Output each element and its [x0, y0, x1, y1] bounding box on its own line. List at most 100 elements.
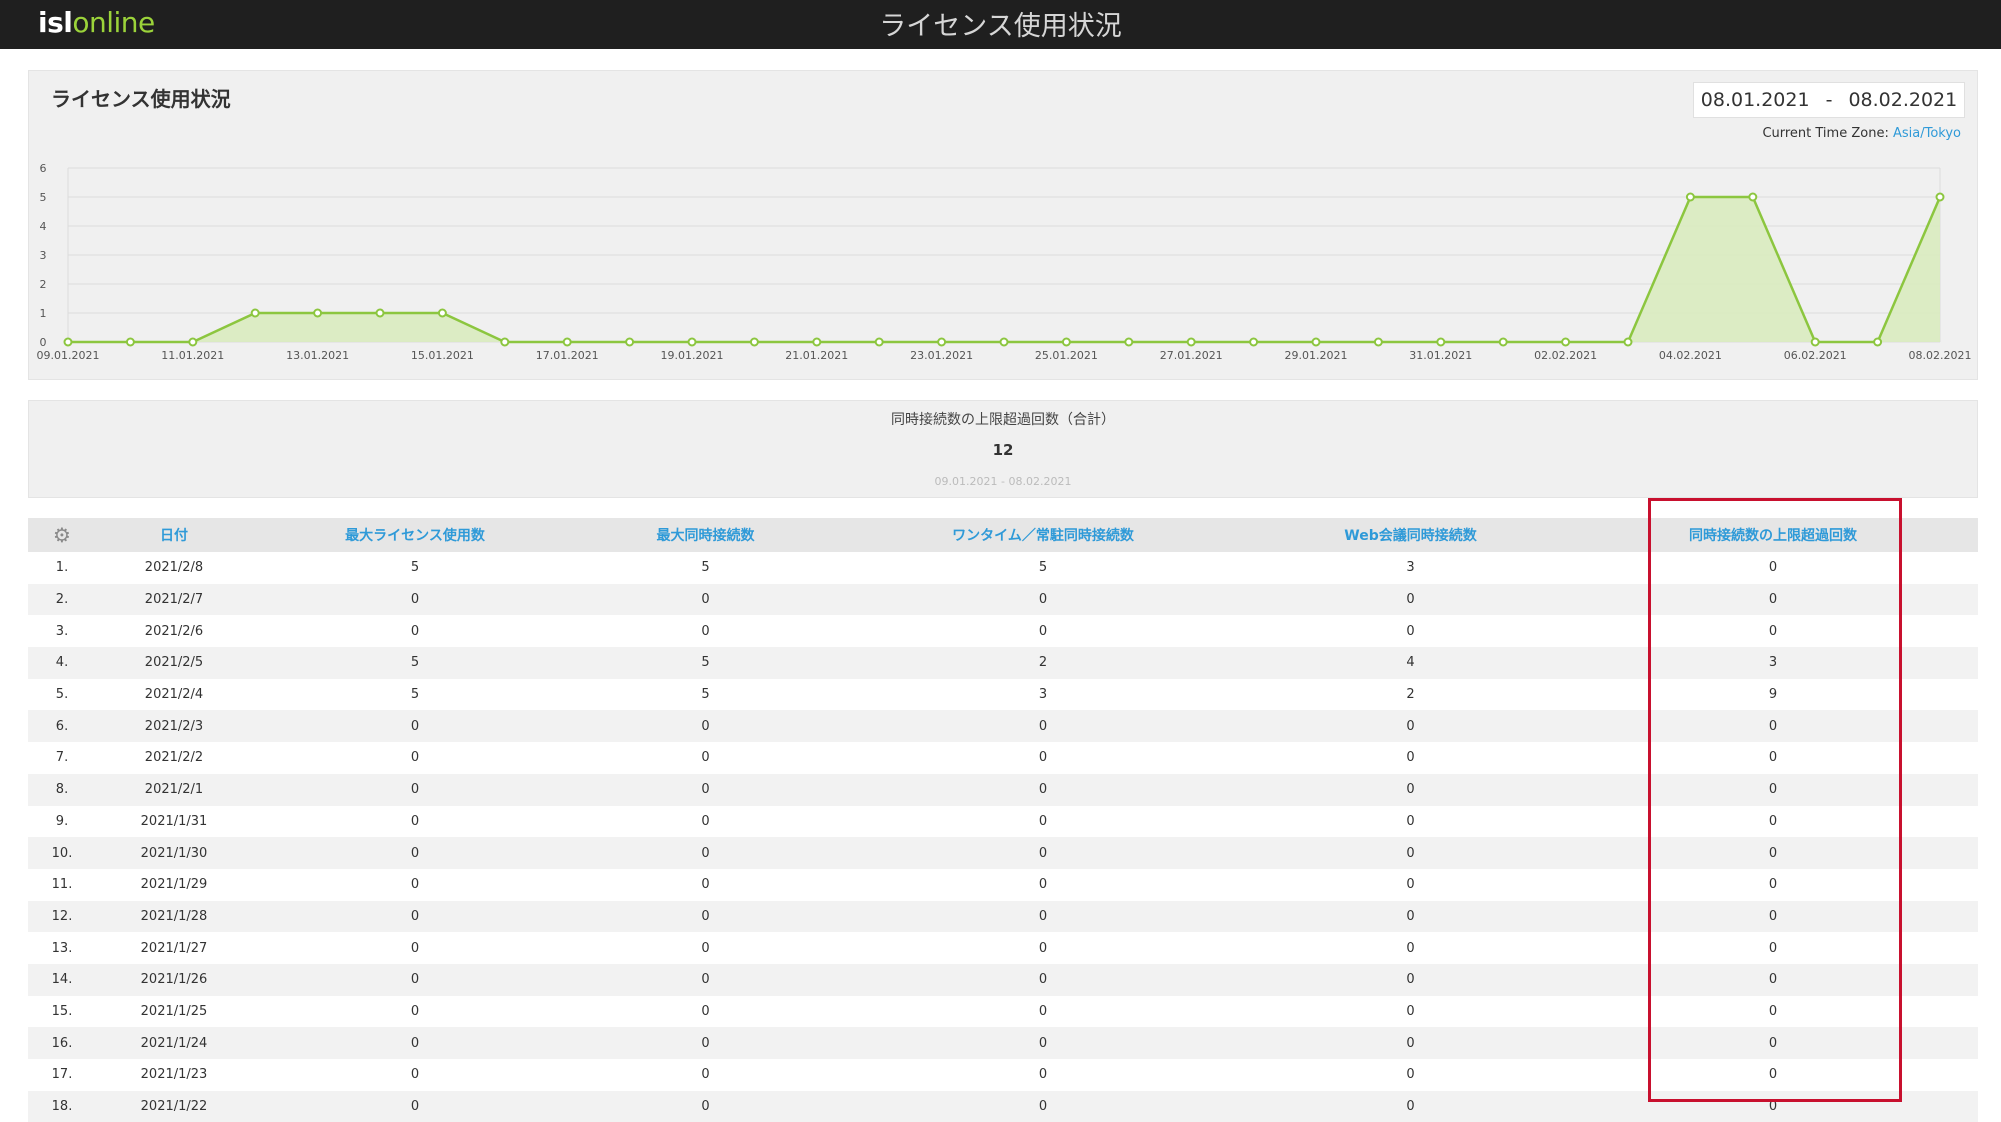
max-concurrent-cell: 0 [701, 592, 710, 608]
web-meeting-cell: 0 [1406, 1067, 1415, 1083]
max-license-cell: 5 [410, 655, 420, 671]
onetime-resident-cell: 0 [1038, 592, 1048, 608]
limit-exceeded-cell: 0 [1768, 845, 1778, 861]
onetime-resident-cell: 0 [1038, 782, 1048, 798]
web-meeting-cell: 0 [1406, 750, 1415, 766]
date-cell: 2021/2/5 [144, 655, 204, 671]
row-number: 10. [51, 845, 73, 861]
license-usage-chart-panel: ライセンス使用状況 08.01.2021 - 08.02.2021 Curren… [28, 70, 1978, 380]
limit-exceeded-cell: 0 [1768, 1035, 1778, 1051]
data-point [1685, 192, 1695, 202]
row-number: 9. [55, 813, 69, 829]
onetime-resident-cell: 0 [1038, 1035, 1048, 1051]
x-tick-label: 11.01.2021 [161, 349, 224, 362]
x-tick-label: 04.02.2021 [1659, 349, 1722, 362]
page-title: ライセンス使用状況 [879, 11, 1122, 42]
max-concurrent-cell: 0 [701, 1035, 710, 1051]
x-tick-label: 25.01.2021 [1035, 349, 1098, 362]
limit-exceeded-cell: 0 [1768, 560, 1778, 576]
onetime-resident-cell: 0 [1038, 877, 1048, 893]
y-tick-label: 0 [40, 336, 47, 349]
row-number: 7. [55, 750, 69, 766]
data-point [1873, 337, 1883, 347]
limit-exceeded-cell: 0 [1768, 782, 1778, 798]
onetime-resident-cell: 0 [1038, 750, 1048, 766]
usage-table: ⚙ 日付 最大ライセンス使用数 最大同時接続数 ワンタイム／常駐同時接続数 We… [28, 518, 1978, 1122]
limit-exceeded-cell: 0 [1768, 750, 1778, 766]
row-number: 1. [55, 560, 69, 576]
limit-exceeded-cell: 0 [1768, 592, 1778, 608]
max-concurrent-cell: 5 [701, 560, 710, 576]
max-license-cell: 0 [410, 972, 420, 988]
row-number: 11. [51, 877, 73, 893]
data-point [1061, 337, 1071, 347]
column-header-onetime-resident[interactable]: ワンタイム／常駐同時接続数 [833, 518, 1253, 552]
x-tick-label: 23.01.2021 [910, 349, 973, 362]
column-header-date[interactable]: 日付 [96, 518, 252, 552]
gear-icon[interactable]: ⚙ [53, 523, 71, 547]
table-row: 16. 2021/1/24 0 0 0 0 0 [28, 1027, 1978, 1059]
row-number: 6. [55, 718, 69, 734]
data-point [250, 308, 260, 318]
limit-exceeded-cell: 3 [1768, 655, 1778, 671]
table-row: 9. 2021/1/31 0 0 0 0 0 [28, 805, 1978, 838]
max-license-cell: 0 [410, 1035, 420, 1051]
date-cell: 2021/1/26 [140, 972, 208, 988]
row-number: 13. [51, 940, 73, 956]
onetime-resident-cell: 0 [1038, 623, 1048, 639]
license-usage-chart: 0 1 2 3 4 5 6 09.01.2021 11.01.2021 13.01.2021 15.… [37, 162, 1972, 362]
max-concurrent-cell: 0 [701, 623, 710, 639]
column-header-max-concurrent[interactable]: 最大同時接続数 [578, 518, 833, 552]
data-point [1810, 337, 1820, 347]
date-cell: 2021/2/8 [144, 560, 204, 576]
row-number: 12. [51, 908, 73, 924]
date-cell: 2021/2/7 [144, 592, 204, 608]
max-license-cell: 5 [410, 560, 420, 576]
limit-exceeded-cell: 9 [1768, 687, 1778, 703]
limit-exceeded-cell: 0 [1768, 623, 1778, 639]
column-header-limit-exceeded[interactable]: 同時接続数の上限超過回数 [1568, 518, 1978, 552]
table-row: 11. 2021/1/29 0 0 0 0 0 [28, 868, 1978, 901]
row-number: 8. [55, 782, 69, 798]
table-row: 7. 2021/2/2 0 0 0 0 0 [28, 742, 1978, 774]
max-license-cell: 0 [410, 908, 420, 924]
max-concurrent-cell: 0 [701, 718, 710, 734]
data-point [937, 337, 947, 347]
max-concurrent-cell: 0 [701, 972, 710, 988]
row-number: 4. [55, 655, 69, 671]
column-header-max-license-usage[interactable]: 最大ライセンス使用数 [252, 518, 578, 552]
data-point [812, 337, 822, 347]
table-row: 13. 2021/1/27 0 0 0 0 0 [28, 932, 1978, 964]
web-meeting-cell: 2 [1406, 687, 1415, 703]
data-point [1124, 337, 1134, 347]
limit-exceeded-cell: 0 [1768, 972, 1778, 988]
data-point [188, 337, 198, 347]
table-row: 14. 2021/1/26 0 0 0 0 0 [28, 963, 1978, 996]
data-point [500, 337, 510, 347]
web-meeting-cell: 0 [1406, 877, 1415, 893]
web-meeting-cell: 0 [1406, 1003, 1415, 1019]
max-concurrent-cell: 0 [701, 782, 710, 798]
onetime-resident-cell: 0 [1038, 940, 1048, 956]
table-header-row: ⚙ 日付 最大ライセンス使用数 最大同時接続数 ワンタイム／常駐同時接続数 We… [28, 518, 1978, 552]
max-license-cell: 0 [410, 750, 420, 766]
data-point [1436, 337, 1446, 347]
data-point [1249, 337, 1259, 347]
limit-exceeded-cell: 0 [1768, 813, 1778, 829]
column-header-web-meeting[interactable]: Web会議同時接続数 [1253, 518, 1568, 552]
date-cell: 2021/1/24 [140, 1035, 208, 1051]
limit-exceeded-cell: 0 [1768, 1003, 1778, 1019]
x-tick-label: 08.02.2021 [1909, 349, 1972, 362]
max-concurrent-cell: 0 [701, 1003, 710, 1019]
table-row: 2. 2021/2/7 0 0 0 0 0 [28, 583, 1978, 616]
settings-column-header[interactable]: ⚙ [28, 518, 96, 552]
row-number: 2. [55, 592, 69, 608]
date-cell: 2021/2/4 [144, 687, 204, 703]
data-point [1498, 337, 1508, 347]
onetime-resident-cell: 0 [1038, 908, 1048, 924]
summary-panel: 同時接続数の上限超過回数（合計） 12 09.01.2021 - 08.02.2… [28, 400, 1978, 498]
row-number: 17. [51, 1067, 73, 1083]
onetime-resident-cell: 0 [1038, 972, 1048, 988]
data-point [999, 337, 1009, 347]
web-meeting-cell: 0 [1406, 718, 1415, 734]
